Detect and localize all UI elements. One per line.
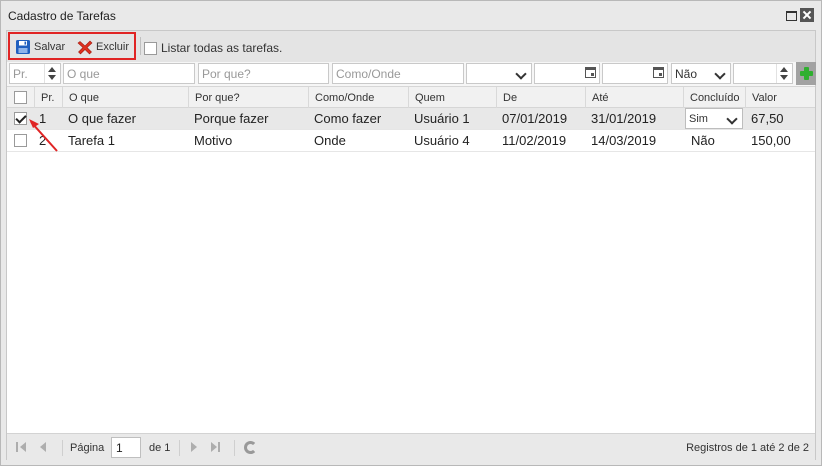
floppy-disk-icon [16, 40, 30, 54]
pager-divider [234, 440, 235, 456]
column-header-quem[interactable]: Quem [408, 87, 496, 108]
cell-porque: Porque fazer [194, 111, 269, 126]
column-header-valor[interactable]: Valor [745, 87, 815, 108]
records-info: Registros de 1 até 2 de 2 [686, 442, 809, 454]
filter-pr-placeholder: Pr. [13, 67, 28, 81]
page-label: Página [70, 442, 105, 454]
filter-porque-input[interactable]: Por que? [198, 63, 329, 84]
page-number-input[interactable]: 1 [111, 437, 141, 458]
table-row[interactable]: 1 O que fazer Porque fazer Como fazer Us… [7, 108, 815, 130]
cell-porque: Motivo [194, 133, 233, 148]
column-header-pr[interactable]: Pr. [34, 87, 62, 108]
column-header-oque[interactable]: O que [62, 87, 188, 108]
delete-button[interactable]: Excluir [77, 39, 129, 55]
next-page-icon[interactable] [189, 442, 201, 453]
column-header-porque[interactable]: Por que? [188, 87, 308, 108]
title-bar[interactable]: Cadastro de Tarefas [1, 1, 821, 30]
annotation-arrow-icon [29, 119, 58, 152]
chevron-down-icon[interactable] [514, 66, 530, 81]
grid-header: Pr. O que Por que? Como/Onde Quem De Até… [7, 86, 815, 108]
filter-concluido-select[interactable]: Não [671, 63, 731, 84]
filter-oque-input[interactable]: O que [63, 63, 195, 84]
save-label: Salvar [34, 41, 66, 53]
select-all-checkbox[interactable] [14, 91, 27, 104]
filter-porque-placeholder: Por que? [202, 67, 251, 81]
spinner-icon[interactable] [44, 64, 60, 83]
add-icon[interactable] [796, 62, 816, 85]
window-title: Cadastro de Tarefas [8, 9, 116, 23]
column-header-comoonde[interactable]: Como/Onde [308, 87, 408, 108]
page-count-label: de 1 [149, 442, 171, 454]
cell-concluido: Não [691, 133, 715, 148]
delete-label: Excluir [96, 41, 130, 53]
select-all-header[interactable] [7, 87, 34, 108]
filter-comoonde-placeholder: Como/Onde [336, 67, 401, 81]
spinner-icon[interactable] [776, 64, 792, 83]
cell-oque: O que fazer [68, 111, 136, 126]
cell-ate: 14/03/2019 [591, 133, 657, 148]
filter-row: Pr. O que Por que? Como/Onde Não [7, 62, 816, 86]
window-content: Salvar Excluir Listar todas as tarefas. … [6, 30, 816, 460]
concluido-value: Sim [689, 113, 708, 125]
previous-page-icon[interactable] [38, 442, 50, 453]
pager-divider [62, 440, 63, 456]
last-page-icon[interactable] [211, 442, 223, 453]
cell-oque: Tarefa 1 [68, 133, 115, 148]
filter-quem-select[interactable] [466, 63, 532, 84]
chevron-down-icon[interactable] [725, 111, 741, 126]
filter-pr-input[interactable]: Pr. [9, 63, 61, 84]
list-all-toggle[interactable]: Listar todas as tarefas. [144, 41, 282, 55]
maximize-icon[interactable] [784, 8, 798, 22]
toolbar: Salvar Excluir Listar todas as tarefas. [7, 31, 815, 62]
list-all-checkbox[interactable] [144, 41, 157, 55]
refresh-icon[interactable] [244, 441, 257, 454]
close-icon[interactable] [800, 8, 814, 22]
column-header-ate[interactable]: Até [585, 87, 683, 108]
filter-oque-placeholder: O que [67, 67, 100, 81]
filter-ate-date[interactable] [602, 63, 668, 84]
cell-quem: Usuário 1 [414, 111, 470, 126]
column-header-concluido[interactable]: Concluído [683, 87, 745, 108]
filter-comoonde-input[interactable]: Como/Onde [332, 63, 464, 84]
chevron-down-icon[interactable] [713, 66, 729, 81]
cadastro-tarefas-window: Cadastro de Tarefas Salvar Excluir Lista… [0, 0, 822, 466]
filter-valor-input[interactable] [733, 63, 793, 84]
cell-valor: 150,00 [751, 133, 791, 148]
save-button[interactable]: Salvar [15, 39, 65, 55]
concluido-select[interactable]: Sim [685, 108, 743, 129]
row-checkbox[interactable] [14, 134, 27, 147]
calendar-icon[interactable] [585, 67, 596, 78]
cell-de: 11/02/2019 [502, 133, 567, 148]
filter-concluido-value: Não [675, 67, 698, 81]
cell-ate: 31/01/2019 [591, 111, 657, 126]
action-buttons-group: Salvar Excluir [8, 32, 136, 60]
first-page-icon[interactable] [16, 442, 28, 453]
cell-comoonde: Onde [314, 133, 346, 148]
delete-x-icon [77, 40, 93, 55]
cell-valor: 67,50 [751, 111, 784, 126]
pager-divider [179, 440, 180, 456]
filter-de-date[interactable] [534, 63, 600, 84]
column-header-de[interactable]: De [496, 87, 585, 108]
cell-comoonde: Como fazer [314, 111, 382, 126]
toolbar-divider [140, 37, 141, 55]
table-row[interactable]: 2 Tarefa 1 Motivo Onde Usuário 4 11/02/2… [7, 130, 815, 152]
row-checkbox[interactable] [14, 112, 27, 125]
calendar-icon[interactable] [653, 67, 664, 78]
list-all-label: Listar todas as tarefas. [161, 41, 283, 55]
cell-quem: Usuário 4 [414, 133, 470, 148]
cell-de: 07/01/2019 [502, 111, 568, 126]
pagination-bar: Página 1 de 1 Registros de 1 até 2 de 2 [7, 433, 815, 460]
